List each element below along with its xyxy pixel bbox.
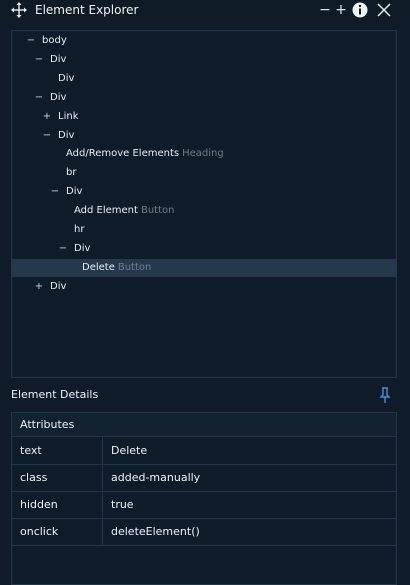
tree-node[interactable]: − Div <box>12 127 396 145</box>
tree-node[interactable]: + Link <box>12 108 396 126</box>
attribute-row[interactable]: onclick deleteElement() <box>12 518 396 546</box>
minimize-button[interactable]: − <box>318 1 332 19</box>
column-divider <box>102 464 103 491</box>
element-details-header: Element Details <box>0 386 410 406</box>
tree-node[interactable]: − Div <box>12 240 396 258</box>
tree-node[interactable]: − Div <box>12 89 396 107</box>
tree-node-label: Div <box>66 186 83 198</box>
tree-node-label: Add Element <box>74 205 138 217</box>
tree-node-label: hr <box>74 224 85 235</box>
attribute-key: hidden <box>20 498 58 511</box>
tree-node-label: Div <box>58 72 75 84</box>
column-divider <box>102 437 103 464</box>
attribute-value[interactable]: true <box>111 491 134 518</box>
tree-node[interactable]: Add/Remove Elements Heading <box>12 145 396 163</box>
collapse-icon[interactable]: − <box>58 240 68 258</box>
tree-node-type-hint: Heading <box>182 148 224 160</box>
attribute-row[interactable]: class added-manually <box>12 464 396 492</box>
tree-node-label: Div <box>50 91 67 103</box>
tree-node-label: Div <box>50 280 67 292</box>
attribute-value[interactable]: added-manually <box>111 464 200 491</box>
collapse-icon[interactable]: − <box>50 183 60 201</box>
tree-node-type-hint: Button <box>117 261 152 273</box>
collapse-icon[interactable]: − <box>26 32 36 50</box>
pin-icon[interactable] <box>378 386 392 404</box>
expand-icon[interactable]: + <box>42 108 52 126</box>
tree-node[interactable]: − Div <box>12 51 396 69</box>
element-details-panel: Attributes text Delete class added-manually… <box>11 412 397 585</box>
attribute-key: class <box>20 471 48 484</box>
maximize-button[interactable]: + <box>334 1 348 19</box>
element-explorer-window: Element Explorer − + − body − Div Div − Div + Li… <box>0 0 410 585</box>
attribute-key: onclick <box>20 525 59 538</box>
move-icon[interactable] <box>11 2 27 18</box>
info-icon[interactable] <box>351 1 369 19</box>
tree-node[interactable]: hr <box>12 221 396 239</box>
column-divider <box>102 491 103 518</box>
tree-node-label: Add/Remove Elements <box>66 148 180 160</box>
tree-node-label: Link <box>58 110 79 122</box>
collapse-icon[interactable]: − <box>42 127 52 145</box>
title-bar[interactable]: Element Explorer − + <box>0 0 410 20</box>
window-title: Element Explorer <box>35 3 139 17</box>
tree-node[interactable]: br <box>12 164 396 182</box>
tree-node-label: Div <box>74 242 91 254</box>
tree-node-label: br <box>66 167 77 179</box>
tree-node[interactable]: Add Element Button <box>12 202 396 220</box>
tree-node-label: Delete <box>82 261 115 273</box>
attribute-row[interactable]: hidden true <box>12 491 396 519</box>
column-divider <box>102 518 103 545</box>
attribute-value[interactable]: deleteElement() <box>111 518 200 545</box>
element-tree[interactable]: − body − Div Div − Div + Link − Div Add/Remove Elem… <box>11 30 397 378</box>
tree-node[interactable]: − Div <box>12 183 396 201</box>
tree-node-type-hint: Button <box>140 205 175 217</box>
attribute-key: text <box>20 444 42 457</box>
attribute-value[interactable]: Delete <box>111 437 147 464</box>
details-title: Element Details <box>11 388 99 401</box>
close-icon[interactable] <box>376 2 392 18</box>
expand-icon[interactable]: + <box>34 278 44 296</box>
attribute-row[interactable]: text Delete <box>12 437 396 465</box>
tree-node[interactable]: − body <box>12 32 396 50</box>
attributes-header: Attributes <box>12 413 396 437</box>
tree-node[interactable]: Delete Button <box>12 258 396 277</box>
tree-node[interactable]: Div <box>12 70 396 88</box>
tree-node-label: body <box>42 35 67 46</box>
tree-node-label: Div <box>58 129 75 141</box>
collapse-icon[interactable]: − <box>34 51 44 69</box>
tree-node[interactable]: + Div <box>12 278 396 296</box>
collapse-icon[interactable]: − <box>34 89 44 107</box>
tree-node-label: Div <box>50 53 67 65</box>
